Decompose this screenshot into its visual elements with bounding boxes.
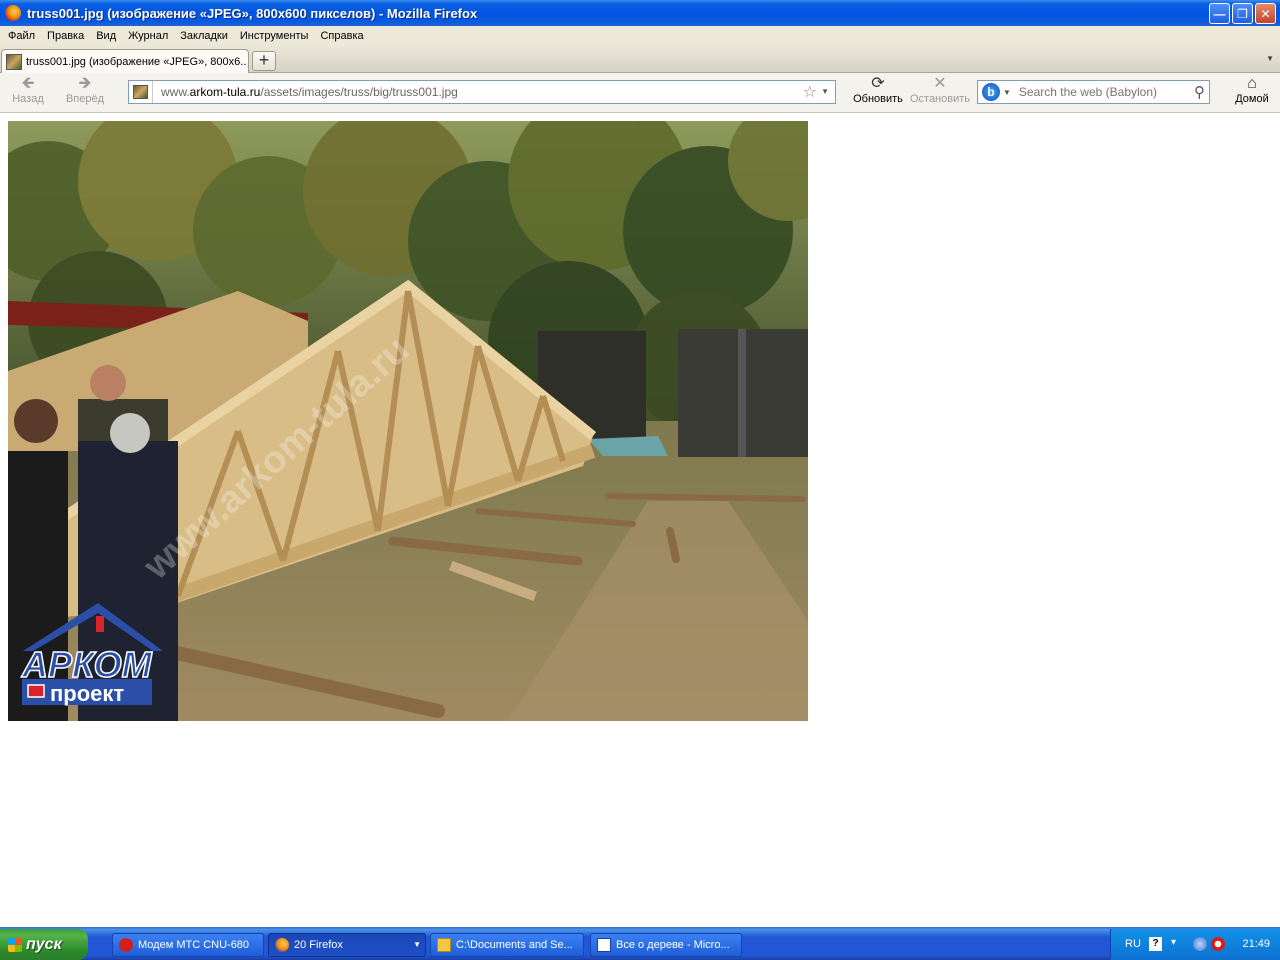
home-icon: ⌂	[1247, 75, 1257, 92]
url-prefix: www.	[161, 85, 190, 99]
window-controls: — ❐ ✕	[1209, 3, 1276, 24]
help-icon[interactable]: ?	[1149, 937, 1162, 951]
taskbar: пуск Модем МТС CNU-680 20 Firefox ▼ C:\D…	[0, 927, 1280, 960]
navigation-toolbar: 🡸 Назад 🡺 Вперёд www.arkom-tula.ru/asset…	[0, 73, 1280, 113]
new-tab-button[interactable]: +	[252, 51, 276, 71]
menu-view[interactable]: Вид	[90, 30, 122, 42]
search-magnifier-icon[interactable]: ⚲	[1194, 83, 1205, 101]
back-button[interactable]: 🡸 Назад	[10, 75, 46, 105]
url-path: /assets/images/truss/big/truss001.jpg	[260, 85, 458, 99]
forward-label: Вперёд	[65, 93, 105, 105]
taskbar-item-word[interactable]: Все о дереве - Micro...	[590, 933, 742, 957]
truss-photo[interactable]: www.arkom-tula.ru АРКОМ проект	[8, 121, 808, 721]
taskbar-item-label: Модем МТС CNU-680	[138, 939, 250, 951]
tab-truss-image[interactable]: truss001.jpg (изображение «JPEG», 800x6.…	[1, 49, 249, 73]
window-title: truss001.jpg (изображение «JPEG», 800x60…	[27, 5, 478, 21]
image-favicon-icon	[6, 53, 22, 70]
stop-x-icon: ✕	[933, 75, 947, 92]
stop-label: Остановить	[909, 93, 971, 105]
start-button[interactable]: пуск	[0, 929, 88, 960]
language-indicator[interactable]: RU	[1125, 938, 1141, 950]
start-label: пуск	[26, 935, 62, 953]
back-label: Назад	[12, 93, 44, 105]
logo-bottom-text: проект	[50, 681, 124, 706]
menu-edit[interactable]: Правка	[41, 30, 90, 42]
folder-icon	[437, 938, 451, 952]
menu-history[interactable]: Журнал	[122, 30, 174, 42]
windows-flag-icon	[8, 937, 22, 952]
taskbar-item-explorer[interactable]: C:\Documents and Se...	[430, 933, 584, 957]
babylon-engine-icon[interactable]: b	[982, 83, 1000, 101]
taskbar-item-firefox[interactable]: 20 Firefox ▼	[268, 933, 426, 957]
taskbar-item-label: 20 Firefox	[294, 939, 343, 951]
firefox-icon	[5, 5, 21, 21]
menu-file[interactable]: Файл	[2, 30, 41, 42]
site-identity-icon[interactable]	[129, 81, 153, 103]
page-content: www.arkom-tula.ru АРКОМ проект	[0, 113, 1280, 927]
url-text[interactable]: www.arkom-tula.ru/assets/images/truss/bi…	[161, 85, 458, 99]
close-button[interactable]: ✕	[1255, 3, 1276, 24]
minimize-button[interactable]: —	[1209, 3, 1230, 24]
opera-icon	[119, 938, 133, 952]
reload-button[interactable]: ⟳ Обновить	[852, 75, 904, 105]
engine-chevron-down-icon[interactable]: ▼	[1003, 88, 1011, 97]
window-titlebar[interactable]: truss001.jpg (изображение «JPEG», 800x60…	[0, 0, 1280, 26]
bookmark-star-icon[interactable]: ☆	[803, 82, 817, 102]
address-bar[interactable]: www.arkom-tula.ru/assets/images/truss/bi…	[128, 80, 836, 104]
search-bar[interactable]: b ▼ ⚲	[977, 80, 1210, 104]
reload-label: Обновить	[853, 93, 903, 105]
url-domain: arkom-tula.ru	[189, 85, 261, 99]
tab-list-chevron-down-icon[interactable]: ▼	[1266, 54, 1274, 63]
system-tray: RU ? ▾ 21:49	[1110, 929, 1280, 960]
logo-top-text: АРКОМ	[21, 644, 153, 685]
stop-button[interactable]: ✕ Остановить	[908, 75, 972, 105]
home-button[interactable]: ⌂ Домой	[1234, 75, 1270, 105]
menu-bar: Файл Правка Вид Журнал Закладки Инструме…	[0, 26, 1280, 46]
home-label: Домой	[1235, 93, 1269, 105]
menu-bookmarks[interactable]: Закладки	[174, 30, 234, 42]
restore-button[interactable]: ❐	[1232, 3, 1253, 24]
taskbar-item-label: C:\Documents and Se...	[456, 939, 573, 951]
taskbar-item-modem[interactable]: Модем МТС CNU-680	[112, 933, 264, 957]
arrow-left-icon: 🡸	[21, 75, 35, 92]
reload-icon: ⟳	[871, 75, 885, 92]
menu-tools[interactable]: Инструменты	[234, 30, 315, 42]
url-history-chevron-down-icon[interactable]: ▼	[821, 87, 829, 96]
forward-button[interactable]: 🡺 Вперёд	[62, 75, 108, 105]
firefox-icon	[275, 938, 289, 952]
back-arrow-tray-icon[interactable]	[1193, 937, 1207, 951]
taskbar-item-label: Все о дереве - Micro...	[616, 939, 730, 951]
word-document-icon	[597, 938, 611, 952]
clock[interactable]: 21:49	[1242, 938, 1270, 950]
menu-help[interactable]: Справка	[314, 30, 369, 42]
tab-label: truss001.jpg (изображение «JPEG», 800x6.…	[26, 55, 246, 68]
opera-tray-icon[interactable]	[1211, 937, 1225, 951]
arrow-right-icon: 🡺	[78, 75, 92, 92]
group-chevron-down-icon: ▼	[413, 940, 421, 949]
tab-strip: truss001.jpg (изображение «JPEG», 800x6.…	[0, 46, 1280, 73]
search-input[interactable]	[1018, 85, 1189, 99]
network-icon[interactable]: ▾	[1171, 937, 1185, 951]
